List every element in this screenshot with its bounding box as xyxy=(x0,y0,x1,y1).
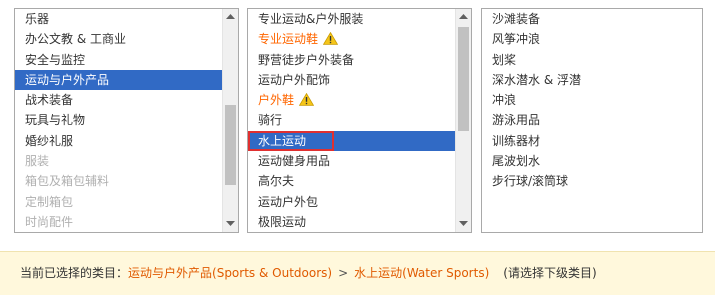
category-level1-item: 时尚配件 xyxy=(15,212,222,232)
category-level1-item[interactable]: 玩具与礼物 xyxy=(15,110,222,130)
category-item-label: 高尔夫 xyxy=(258,174,295,189)
category-level3-item[interactable]: 沙滩装备 xyxy=(482,9,702,29)
category-level3-item[interactable]: 游泳用品 xyxy=(482,110,702,130)
category-level1-item[interactable]: 安全与监控 xyxy=(15,50,222,70)
category-item-label: 水上运动 xyxy=(258,133,307,148)
category-level2-list[interactable]: 专业运动&户外服装 专业运动鞋野营徒步户外装备 运动户外配饰 户外鞋骑行水上运动运动健… xyxy=(247,8,472,233)
category-item-label: 训练器材 xyxy=(492,133,541,148)
category-level3-items: 沙滩装备风筝冲浪划桨深水潜水 & 浮潜 冲浪游泳用品训练器材尾波划水步行球/滚筒球 xyxy=(482,9,702,232)
category-level3-item[interactable]: 冲浪 xyxy=(482,90,702,110)
category-level3-item[interactable]: 深水潜水 & 浮潜 xyxy=(482,70,702,90)
category-item-label: 户外鞋 xyxy=(258,93,295,108)
category-item-label: 尾波划水 xyxy=(492,154,541,169)
scroll-up-arrow-icon[interactable] xyxy=(223,9,238,25)
category-item-label: 骑行 xyxy=(258,113,283,128)
category-item-label: 定制箱包 xyxy=(25,194,74,209)
category-item-label: 时尚配件 xyxy=(25,214,74,229)
scrollbar-thumb[interactable] xyxy=(225,105,236,185)
category-item-label: 运动户外包 xyxy=(258,194,319,209)
category-level2-item[interactable]: 专业运动&户外服装 xyxy=(248,9,455,29)
category-level2-item[interactable]: 运动户外包 xyxy=(248,192,455,212)
category-item-label: 游泳用品 xyxy=(492,113,541,128)
category-level1-item[interactable]: 婚纱礼服 xyxy=(15,131,222,151)
scroll-down-arrow-icon[interactable] xyxy=(456,216,471,232)
category-level1-list[interactable]: 乐器办公文教 & 工商业 安全与监控运动与户外产品 战术装备玩具与礼物婚纱礼服服装箱… xyxy=(14,8,239,233)
breadcrumb-level2-link[interactable]: 水上运动(Water Sports) xyxy=(354,266,489,280)
category-level3-item[interactable]: 尾波划水 xyxy=(482,151,702,171)
category-item-label: 极限运动 xyxy=(258,214,307,229)
category-item-label: 步行球/滚筒球 xyxy=(492,174,569,189)
category-item-label: 专业运动鞋 xyxy=(258,32,319,47)
warning-triangle-icon xyxy=(298,92,315,106)
category-item-label: 服装 xyxy=(25,154,50,169)
category-level3-item[interactable]: 步行球/滚筒球 xyxy=(482,171,702,191)
category-item-label: 玩具与礼物 xyxy=(25,113,86,128)
category-item-label: 沙滩装备 xyxy=(492,12,541,26)
category-level2-item[interactable]: 专业运动鞋 xyxy=(248,29,455,49)
category-item-label: 安全与监控 xyxy=(25,52,86,67)
category-level3-list[interactable]: 沙滩装备风筝冲浪划桨深水潜水 & 浮潜 冲浪游泳用品训练器材尾波划水步行球/滚筒球 xyxy=(481,8,703,233)
category-level2-item[interactable]: 运动健身用品 xyxy=(248,151,455,171)
category-level2-item[interactable]: 运动户外配饰 xyxy=(248,70,455,90)
category-level2-item[interactable]: 高尔夫 xyxy=(248,171,455,191)
category-item-label: 划桨 xyxy=(492,52,517,67)
category-level2-scrollbar[interactable] xyxy=(455,9,471,232)
category-item-label: 专业运动&户外服装 xyxy=(258,12,364,26)
category-level2-item[interactable]: 户外鞋 xyxy=(248,90,455,110)
selected-category-prefix: 当前已选择的类目： xyxy=(20,266,129,280)
breadcrumb-separator: > xyxy=(338,266,349,280)
category-item-label: 乐器 xyxy=(25,12,50,26)
category-item-label: 战术装备 xyxy=(25,93,74,108)
category-level1-item: 服装 xyxy=(15,151,222,171)
category-item-label: 运动户外配饰 xyxy=(258,72,331,87)
category-level1-item: 定制箱包 xyxy=(15,192,222,212)
category-level2-items: 专业运动&户外服装 专业运动鞋野营徒步户外装备 运动户外配饰 户外鞋骑行水上运动运动健… xyxy=(248,9,455,232)
category-item-label: 风筝冲浪 xyxy=(492,32,541,47)
category-level3-item[interactable]: 风筝冲浪 xyxy=(482,29,702,49)
category-item-label: 办公文教 & 工商业 xyxy=(25,32,126,47)
category-item-label: 箱包及箱包辅料 xyxy=(25,174,110,189)
category-item-label: 深水潜水 & 浮潜 xyxy=(492,72,581,87)
category-item-label: 运动与户外产品 xyxy=(25,72,110,87)
category-level2-item[interactable]: 骑行 xyxy=(248,110,455,130)
warning-triangle-icon xyxy=(322,31,339,46)
category-level2-item[interactable]: 水上运动 xyxy=(248,130,455,152)
category-level2-item[interactable]: 野营徒步户外装备 xyxy=(248,50,455,70)
scroll-down-arrow-icon[interactable] xyxy=(223,216,238,232)
scrollbar-thumb[interactable] xyxy=(458,27,469,131)
select-subcategory-hint: (请选择下级类目) xyxy=(503,266,597,280)
category-level1-item[interactable]: 运动与户外产品 xyxy=(15,69,222,91)
category-level2-item[interactable]: 极限运动 xyxy=(248,212,455,232)
category-level1-item: 箱包及箱包辅料 xyxy=(15,171,222,191)
category-item-label: 野营徒步户外装备 xyxy=(258,52,355,67)
category-item-label: 运动健身用品 xyxy=(258,154,331,169)
scroll-up-arrow-icon[interactable] xyxy=(456,9,471,25)
category-level1-item[interactable]: 战术装备 xyxy=(15,90,222,110)
category-level1-items: 乐器办公文教 & 工商业 安全与监控运动与户外产品 战术装备玩具与礼物婚纱礼服服装箱… xyxy=(15,9,222,232)
breadcrumb-level1-link[interactable]: 运动与户外产品(Sports & Outdoors) xyxy=(128,266,332,280)
category-item-label: 冲浪 xyxy=(492,93,517,108)
category-level1-item[interactable]: 乐器 xyxy=(15,9,222,29)
category-level3-item[interactable]: 训练器材 xyxy=(482,131,702,151)
selected-category-bar: 当前已选择的类目：运动与户外产品(Sports & Outdoors) > 水上运动… xyxy=(0,251,715,295)
category-level1-item[interactable]: 办公文教 & 工商业 xyxy=(15,29,222,49)
category-level1-scrollbar[interactable] xyxy=(222,9,238,232)
category-level3-item[interactable]: 划桨 xyxy=(482,50,702,70)
category-item-label: 婚纱礼服 xyxy=(25,133,74,148)
